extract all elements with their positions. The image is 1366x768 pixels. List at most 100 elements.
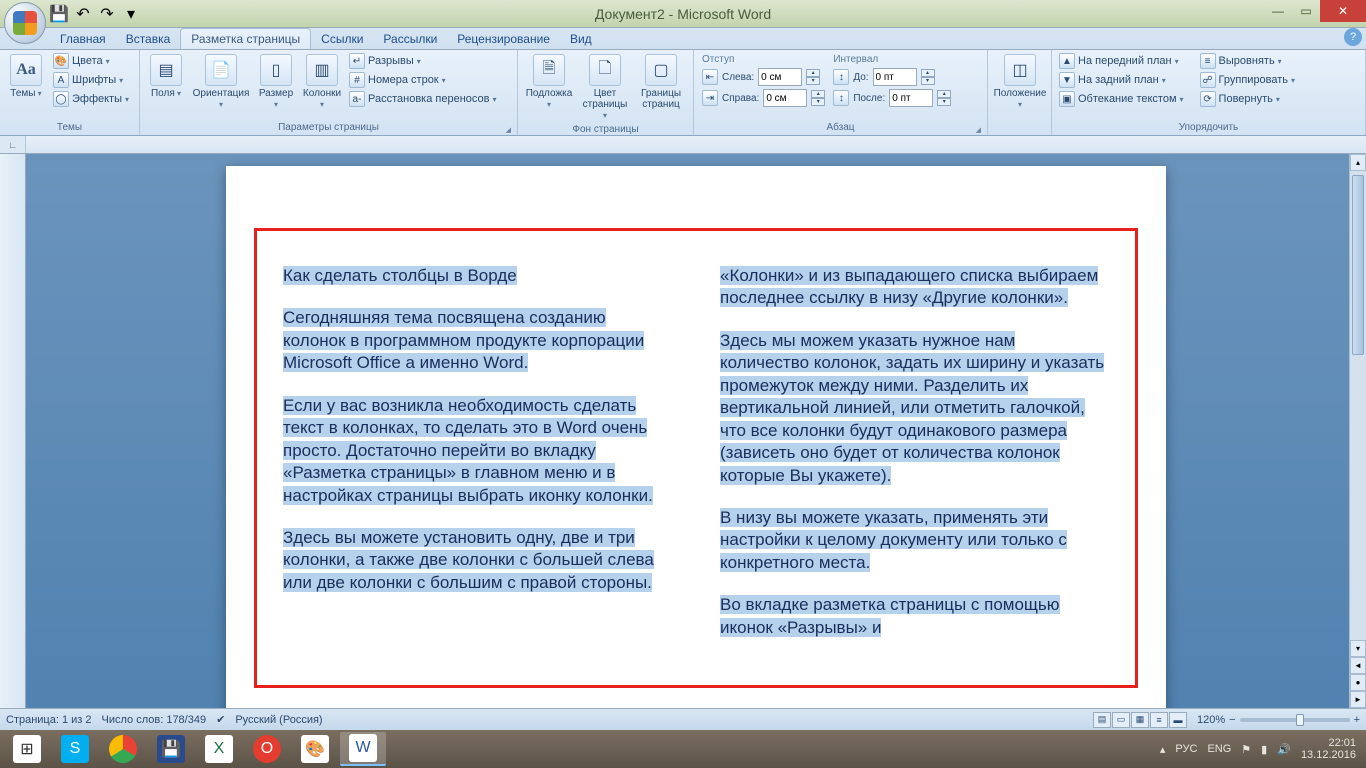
task-word[interactable]: W: [340, 732, 386, 766]
themes-button[interactable]: Aa Темы: [4, 52, 48, 101]
status-proofing-icon[interactable]: ✔: [216, 713, 225, 726]
scroll-down-arrow[interactable]: ▾: [1350, 640, 1366, 657]
tray-lang-en[interactable]: ENG: [1207, 743, 1231, 755]
help-icon[interactable]: ?: [1344, 28, 1362, 46]
qat-customize[interactable]: ▾: [120, 3, 142, 25]
rotate-button[interactable]: ⟳Повернуть: [1197, 90, 1299, 108]
indent-right-input[interactable]: [763, 89, 807, 107]
zoom-knob[interactable]: [1296, 714, 1304, 726]
position-button[interactable]: ◫Положение: [992, 52, 1048, 112]
tab-view[interactable]: Вид: [560, 29, 602, 49]
doc-paragraph[interactable]: Здесь вы можете установить одну, две и т…: [283, 527, 672, 594]
status-word-count[interactable]: Число слов: 178/349: [102, 714, 207, 726]
tray-lang-ru[interactable]: РУС: [1175, 743, 1197, 755]
scroll-thumb[interactable]: [1352, 175, 1364, 355]
indent-right-spinner[interactable]: ▴▾: [811, 90, 825, 106]
zoom-value[interactable]: 120%: [1197, 714, 1225, 726]
doc-paragraph[interactable]: Если у вас возникла необходимость сделат…: [283, 395, 672, 507]
size-button[interactable]: ▯Размер: [254, 52, 298, 112]
task-save[interactable]: 💾: [148, 732, 194, 766]
zoom-in-button[interactable]: +: [1354, 714, 1360, 726]
vertical-scrollbar[interactable]: ▴ ▾ ◄ ● ►: [1349, 154, 1366, 708]
task-chrome[interactable]: [100, 732, 146, 766]
status-page[interactable]: Страница: 1 из 2: [6, 714, 92, 726]
spacing-before-input[interactable]: [873, 68, 917, 86]
task-excel[interactable]: X: [196, 732, 242, 766]
tray-network-icon[interactable]: ▮: [1261, 743, 1267, 756]
prev-page-button[interactable]: ◄: [1350, 657, 1366, 674]
zoom-out-button[interactable]: −: [1229, 714, 1235, 726]
back-icon: ▼: [1059, 72, 1075, 88]
document-area[interactable]: Как сделать столбцы в Ворде Сегодняшняя …: [26, 154, 1366, 708]
view-outline[interactable]: ≡: [1150, 712, 1168, 728]
page-borders-button[interactable]: ▢Границы страниц: [634, 52, 688, 112]
next-page-button[interactable]: ►: [1350, 691, 1366, 708]
task-opera[interactable]: O: [244, 732, 290, 766]
wrap-icon: ▣: [1059, 91, 1075, 107]
view-draft[interactable]: ▬: [1169, 712, 1187, 728]
margins-button[interactable]: ▤Поля: [144, 52, 188, 101]
minimize-button[interactable]: —: [1264, 0, 1292, 22]
spacing-after-spinner[interactable]: ▴▾: [937, 90, 951, 106]
ruler-horizontal[interactable]: [26, 136, 1366, 153]
close-button[interactable]: ✕: [1320, 0, 1366, 22]
group-label-paragraph: Абзац: [698, 121, 983, 134]
tab-insert[interactable]: Вставка: [116, 29, 181, 49]
status-language[interactable]: Русский (Россия): [235, 714, 322, 726]
view-full-reading[interactable]: ▭: [1112, 712, 1130, 728]
align-button[interactable]: ≡Выровнять: [1197, 52, 1299, 70]
effects-icon: ◯: [53, 91, 69, 107]
tab-references[interactable]: Ссылки: [311, 29, 373, 49]
bring-front-button[interactable]: ▲На передний план: [1056, 52, 1187, 70]
columns-button[interactable]: ▥Колонки: [300, 52, 344, 112]
doc-paragraph[interactable]: Во вкладке разметка страницы с помощью и…: [720, 594, 1109, 639]
page-color-button[interactable]: 🗋Цвет страницы: [578, 52, 632, 123]
task-skype[interactable]: S: [52, 732, 98, 766]
scroll-up-arrow[interactable]: ▴: [1350, 154, 1366, 171]
group-button[interactable]: ☍Группировать: [1197, 71, 1299, 89]
doc-paragraph[interactable]: Здесь мы можем указать нужное нам количе…: [720, 330, 1109, 487]
breaks-button[interactable]: ↵Разрывы: [346, 52, 500, 70]
group-page-setup: ▤Поля 📄Ориентация ▯Размер ▥Колонки ↵Разр…: [140, 50, 518, 135]
theme-fonts[interactable]: AШрифты: [50, 71, 132, 89]
theme-effects[interactable]: ◯Эффекты: [50, 90, 132, 108]
tab-review[interactable]: Рецензирование: [447, 29, 560, 49]
doc-paragraph[interactable]: Как сделать столбцы в Ворде: [283, 265, 672, 287]
doc-paragraph[interactable]: Сегодняшняя тема посвящена созданию коло…: [283, 307, 672, 374]
doc-paragraph[interactable]: В низу вы можете указать, применять эти …: [720, 507, 1109, 574]
text-wrap-button[interactable]: ▣Обтекание текстом: [1056, 90, 1187, 108]
tray-clock[interactable]: 22:01 13.12.2016: [1301, 737, 1356, 761]
tray-volume-icon[interactable]: 🔊: [1277, 743, 1291, 756]
doc-paragraph[interactable]: «Колонки» и из выпадающего списка выбира…: [720, 265, 1109, 310]
qat-undo[interactable]: ↶: [72, 3, 94, 25]
tray-action-center-icon[interactable]: ⚑: [1241, 743, 1251, 756]
zoom-slider[interactable]: [1240, 718, 1350, 722]
send-back-button[interactable]: ▼На задний план: [1056, 71, 1187, 89]
ruler-corner[interactable]: ∟: [0, 136, 26, 153]
tab-page-layout[interactable]: Разметка страницы: [180, 28, 311, 49]
start-button[interactable]: ⊞: [4, 732, 50, 766]
tab-mailings[interactable]: Рассылки: [373, 29, 447, 49]
office-button[interactable]: [4, 2, 46, 44]
tray-expand-icon[interactable]: ▴: [1160, 743, 1166, 756]
tab-home[interactable]: Главная: [50, 29, 116, 49]
indent-left-spinner[interactable]: ▴▾: [806, 69, 820, 85]
browse-object-button[interactable]: ●: [1350, 674, 1366, 691]
maximize-button[interactable]: ▭: [1292, 0, 1320, 22]
orientation-button[interactable]: 📄Ориентация: [190, 52, 252, 112]
spacing-after-input[interactable]: [889, 89, 933, 107]
indent-left-input[interactable]: [758, 68, 802, 86]
line-numbers-button[interactable]: #Номера строк: [346, 71, 500, 89]
hyphenation-button[interactable]: a-Расстановка переносов: [346, 90, 500, 108]
spacing-before-spinner[interactable]: ▴▾: [921, 69, 935, 85]
qat-save[interactable]: 💾: [48, 3, 70, 25]
theme-colors[interactable]: 🎨Цвета: [50, 52, 132, 70]
view-web-layout[interactable]: ▦: [1131, 712, 1149, 728]
group-label-themes: Темы: [4, 121, 135, 134]
view-print-layout[interactable]: ▤: [1093, 712, 1111, 728]
watermark-button[interactable]: 🗎Подложка: [522, 52, 576, 112]
ruler-vertical[interactable]: [0, 154, 26, 708]
qat-redo[interactable]: ↷: [96, 3, 118, 25]
task-paint[interactable]: 🎨: [292, 732, 338, 766]
scroll-track[interactable]: [1350, 171, 1366, 640]
